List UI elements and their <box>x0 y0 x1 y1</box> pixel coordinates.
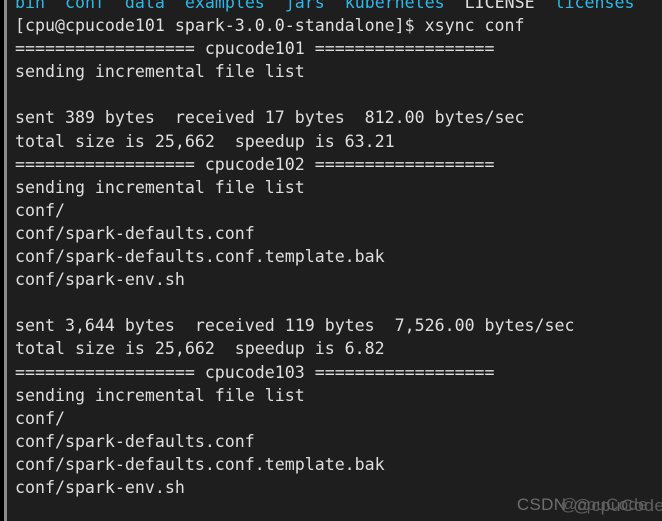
terminal-left-padding <box>7 0 15 521</box>
dir-data: data <box>104 0 165 12</box>
file-defaults-3: conf/spark-defaults.conf <box>15 431 255 451</box>
file-env-sh-2: conf/spark-env.sh <box>15 270 185 290</box>
dir-kubernetes: kubernetes <box>324 0 445 12</box>
file-env-sh-3: conf/spark-env.sh <box>15 477 185 497</box>
stats-sent-2: sent 3,644 bytes received 119 bytes 7,52… <box>15 316 575 336</box>
file-license: LICENSE <box>444 0 535 12</box>
sending-list-2: sending incremental file list <box>15 177 305 197</box>
stats-total-1: total size is 25,662 speedup is 63.21 <box>15 131 395 151</box>
dir-conf: conf <box>44 0 105 12</box>
separator-cpucode103: ================== cpucode103 ==========… <box>15 362 495 382</box>
file-template-bak-3: conf/spark-defaults.conf.template.bak <box>15 454 385 474</box>
prompt-command-xsync: [cpu@cpucode101 spark-3.0.0-standalone]$… <box>15 16 525 36</box>
sending-list-3: sending incremental file list <box>15 385 305 405</box>
stats-total-2: total size is 25,662 speedup is 6.82 <box>15 339 385 359</box>
dir-jars: jars <box>264 0 325 12</box>
terminal-output-area[interactable]: bin conf data examples jars kubernetes L… <box>15 0 662 521</box>
file-template-bak-2: conf/spark-defaults.conf.template.bak <box>15 247 385 267</box>
terminal-window[interactable]: bin conf data examples jars kubernetes L… <box>0 0 662 521</box>
separator-cpucode102: ================== cpucode102 ==========… <box>15 154 495 174</box>
stats-sent-1: sent 389 bytes received 17 bytes 812.00 … <box>15 108 525 128</box>
file-defaults-2: conf/spark-defaults.conf <box>15 223 255 243</box>
ls-output-row: bin conf data examples jars kubernetes L… <box>15 0 662 14</box>
file-conf-dir-2: conf/ <box>15 200 65 220</box>
separator-cpucode101: ================== cpucode101 ==========… <box>15 39 495 59</box>
dir-examples: examples <box>164 0 265 12</box>
dir-bin: bin <box>15 0 45 12</box>
dir-licenses: licenses <box>534 0 635 12</box>
file-conf-dir-3: conf/ <box>15 408 65 428</box>
sending-list-1: sending incremental file list <box>15 62 305 82</box>
